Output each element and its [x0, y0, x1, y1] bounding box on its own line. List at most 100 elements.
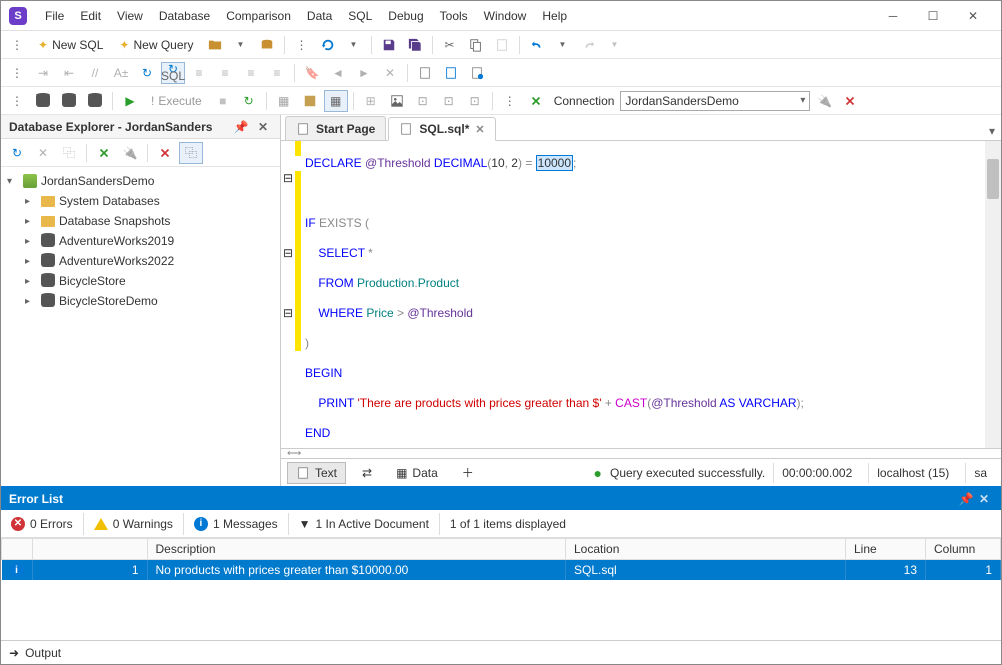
new-sql-button[interactable]: ✦New SQL	[31, 34, 110, 56]
result-tab-add[interactable]: ＋	[454, 461, 482, 484]
reload-button[interactable]: ↻	[135, 62, 159, 84]
result-tab-text[interactable]: Text	[287, 462, 346, 484]
result-tab-toggle[interactable]: ⇄	[354, 463, 380, 483]
undo-dropdown[interactable]: ▼	[551, 34, 575, 56]
menu-window[interactable]: Window	[476, 6, 535, 26]
code-content[interactable]: DECLARE @Threshold DECIMAL(10, 2) = 1000…	[301, 141, 985, 448]
result-btn-3[interactable]: ▦	[324, 90, 348, 112]
redo-button[interactable]	[577, 34, 601, 56]
doc-button[interactable]	[413, 62, 437, 84]
filter-active-doc[interactable]: ▼1 In Active Document	[289, 513, 440, 535]
stop-button[interactable]: ■	[211, 90, 235, 112]
sb-refresh[interactable]: ↻	[5, 142, 29, 164]
col-col[interactable]: Column	[926, 539, 1001, 560]
doc-sql-button[interactable]	[439, 62, 463, 84]
comment-button[interactable]: //	[83, 62, 107, 84]
filter-messages[interactable]: i1 Messages	[184, 513, 289, 535]
menu-help[interactable]: Help	[534, 6, 575, 26]
error-row[interactable]: i 1 No products with prices greater than…	[2, 560, 1001, 581]
close-panel-icon[interactable]: ✕	[254, 118, 272, 136]
col-loc[interactable]: Location	[566, 539, 846, 560]
tree-item-bicycle[interactable]: ▸BicycleStore	[3, 271, 278, 291]
tab-sql[interactable]: SQL.sql*✕	[388, 117, 495, 141]
col-num[interactable]	[32, 539, 147, 560]
close-button[interactable]: ✕	[953, 2, 993, 30]
image-btn[interactable]	[385, 90, 409, 112]
grid-btn-1[interactable]: ⊞	[359, 90, 383, 112]
redo-dropdown[interactable]: ▼	[603, 34, 627, 56]
col-line[interactable]: Line	[846, 539, 926, 560]
plug-icon[interactable]: 🔌	[812, 90, 836, 112]
tree-item-sysdb[interactable]: ▸System Databases	[3, 191, 278, 211]
run-button[interactable]: ▶	[118, 90, 142, 112]
tab-menu-icon[interactable]: ▾	[983, 122, 1001, 140]
align-center-button[interactable]: ≡	[213, 62, 237, 84]
sb-plug[interactable]: 🔌	[118, 142, 142, 164]
minimize-button[interactable]: ─	[873, 2, 913, 30]
font-button[interactable]: A±	[109, 62, 133, 84]
maximize-button[interactable]: ☐	[913, 2, 953, 30]
menu-data[interactable]: Data	[299, 6, 340, 26]
tree-item-aw2019[interactable]: ▸AdventureWorks2019	[3, 231, 278, 251]
result-tab-data[interactable]: ▦Data	[388, 463, 446, 483]
save-button[interactable]	[377, 34, 401, 56]
connect-icon[interactable]	[524, 90, 548, 112]
save-all-button[interactable]	[403, 34, 427, 56]
expand-icon[interactable]: ▸	[25, 236, 37, 247]
fold-icon[interactable]: ⊟	[281, 306, 295, 321]
doc-link-button[interactable]	[465, 62, 489, 84]
splitter[interactable]: ⟷	[281, 448, 1001, 458]
undo-button[interactable]	[525, 34, 549, 56]
code-editor[interactable]: ⊟ ⊟ ⊟ DECLARE @Threshold DECIMAL(10, 2) …	[281, 141, 1001, 448]
refresh-button[interactable]	[316, 34, 340, 56]
menu-tools[interactable]: Tools	[432, 6, 476, 26]
pin-icon[interactable]: 📌	[232, 118, 250, 136]
tree-item-snapshots[interactable]: ▸Database Snapshots	[3, 211, 278, 231]
export-btn-2[interactable]: ⊡	[437, 90, 461, 112]
collapse-icon[interactable]: ▾	[7, 176, 19, 187]
sb-filter[interactable]: ⿻	[179, 142, 203, 164]
tree-item-aw2022[interactable]: ▸AdventureWorks2022	[3, 251, 278, 271]
expand-icon[interactable]: ▸	[25, 216, 37, 227]
filter-warnings[interactable]: 0 Warnings	[84, 513, 184, 535]
sb-disconnect[interactable]	[153, 142, 177, 164]
menu-view[interactable]: View	[109, 6, 151, 26]
sb-copy[interactable]: ⿻	[57, 142, 81, 164]
bookmark-button[interactable]: 🔖	[300, 62, 324, 84]
db-tree[interactable]: ▾ JordanSandersDemo ▸System Databases ▸D…	[1, 167, 280, 486]
menu-edit[interactable]: Edit	[72, 6, 109, 26]
expand-icon[interactable]: ▸	[25, 256, 37, 267]
db-btn-1[interactable]	[31, 90, 55, 112]
cut-button[interactable]: ✂	[438, 34, 462, 56]
col-icon[interactable]	[2, 539, 33, 560]
format-sql-button[interactable]: ↻SQL	[161, 62, 185, 84]
output-bar[interactable]: ➜ Output	[1, 640, 1001, 664]
refresh-dropdown[interactable]: ▼	[342, 34, 366, 56]
sb-delete[interactable]: ✕	[31, 142, 55, 164]
export-btn-3[interactable]: ⊡	[463, 90, 487, 112]
exec-refresh-button[interactable]: ↻	[237, 90, 261, 112]
add-db-button[interactable]	[255, 34, 279, 56]
expand-icon[interactable]: ▸	[25, 296, 37, 307]
bookmark-next[interactable]: ►	[352, 62, 376, 84]
align-left-button[interactable]: ≡	[187, 62, 211, 84]
open-button[interactable]	[203, 34, 227, 56]
vertical-scrollbar[interactable]	[985, 141, 1001, 448]
align-button-3[interactable]: ≡	[239, 62, 263, 84]
pin-icon[interactable]: 📌	[957, 490, 975, 508]
tab-close-icon[interactable]: ✕	[475, 123, 484, 136]
tree-item-bicycledemo[interactable]: ▸BicycleStoreDemo	[3, 291, 278, 311]
open-dropdown[interactable]: ▼	[229, 34, 253, 56]
tab-startpage[interactable]: Start Page	[285, 116, 386, 140]
menu-debug[interactable]: Debug	[380, 6, 431, 26]
paste-button[interactable]	[490, 34, 514, 56]
fold-gutter[interactable]: ⊟ ⊟ ⊟	[281, 141, 295, 448]
export-btn-1[interactable]: ⊡	[411, 90, 435, 112]
result-btn-2[interactable]	[298, 90, 322, 112]
filter-errors[interactable]: ✕0 Errors	[1, 513, 84, 535]
sb-new-conn[interactable]	[92, 142, 116, 164]
result-btn-1[interactable]: ▦	[272, 90, 296, 112]
tree-root[interactable]: ▾ JordanSandersDemo	[3, 171, 278, 191]
disconnect-icon[interactable]	[838, 90, 862, 112]
new-query-button[interactable]: ✦New Query	[112, 34, 200, 56]
